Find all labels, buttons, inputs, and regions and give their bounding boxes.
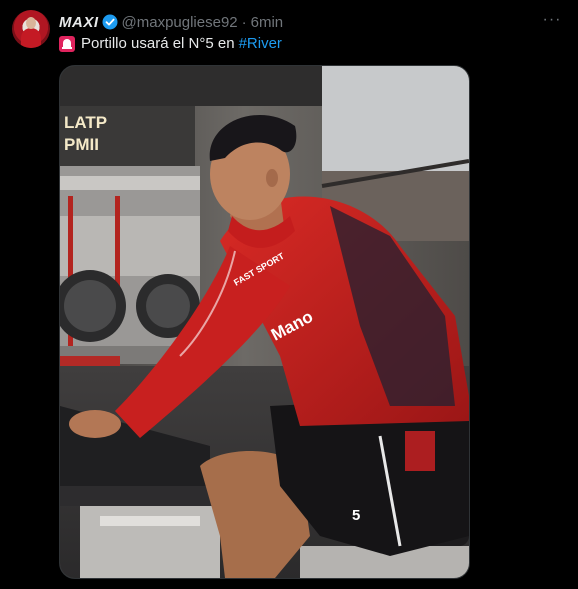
hashtag-link[interactable]: #River <box>239 34 282 54</box>
verified-badge-icon <box>102 14 118 30</box>
tweet-header: MAXI @maxpugliese92 · 6min <box>59 12 283 32</box>
avatar-face <box>26 17 36 29</box>
window <box>322 66 469 171</box>
timestamp[interactable]: 6min <box>251 14 284 31</box>
tweet-photo[interactable]: LATP PMII 5 Mano FAST SPORT <box>59 65 470 579</box>
siren-icon <box>59 36 75 52</box>
tweet-card[interactable]: MAXI @maxpugliese92 · 6min ··· Portillo … <box>0 0 578 589</box>
avatar-shirt <box>21 28 41 48</box>
gym-sign-top: LATP <box>64 113 107 132</box>
user-handle[interactable]: @maxpugliese92 <box>122 14 238 31</box>
gym-sign-bottom: PMII <box>64 135 99 154</box>
tweet-text-main: Portillo usará el N°5 en <box>81 35 235 52</box>
more-options-icon[interactable]: ··· <box>540 11 564 28</box>
display-name[interactable]: MAXI <box>59 14 99 31</box>
avatar[interactable] <box>12 10 50 48</box>
separator-dot: · <box>241 13 247 31</box>
tweet-text: Portillo usará el N°5 en #River <box>59 34 282 54</box>
player-hand <box>69 410 121 438</box>
shorts-number: 5 <box>352 507 360 524</box>
